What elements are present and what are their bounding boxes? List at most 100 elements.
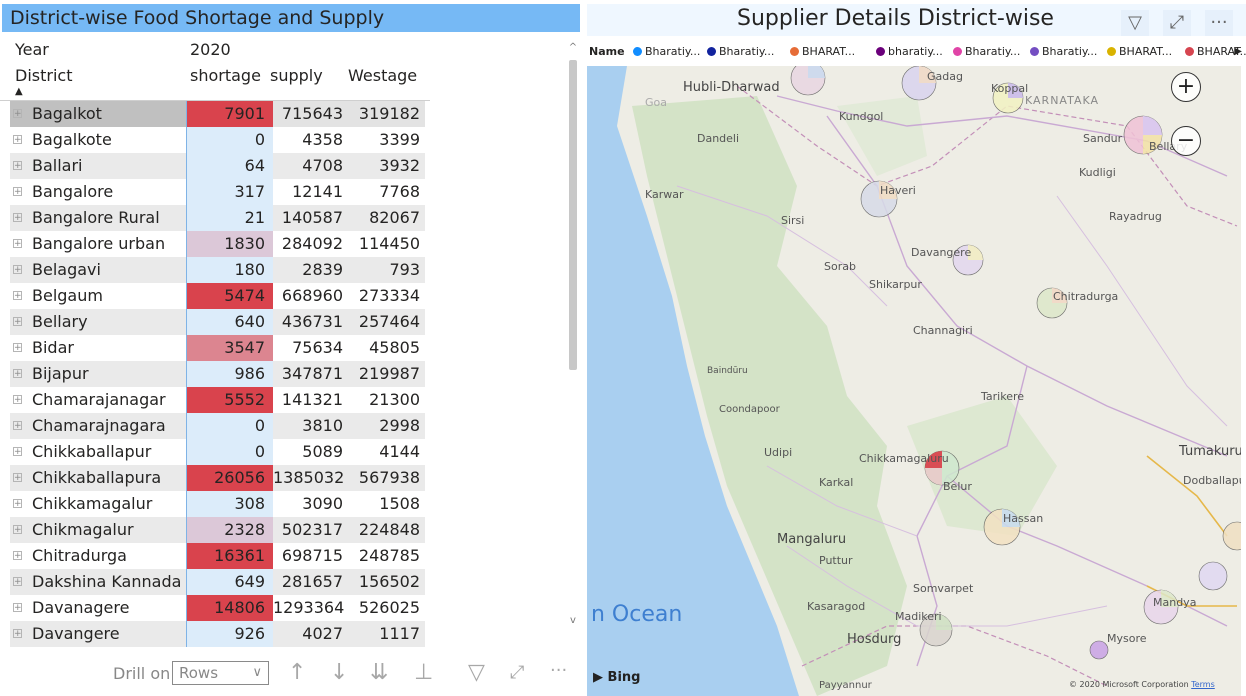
map-place-label: Sirsi: [781, 214, 805, 227]
district-column-header[interactable]: District: [15, 66, 72, 85]
expand-row-icon[interactable]: +: [13, 265, 22, 275]
legend-label: bharatiy...: [888, 45, 943, 58]
go-to-next-level-icon[interactable]: ⇊: [370, 660, 388, 685]
map-place-label: Madikeri: [895, 610, 942, 623]
expand-row-icon[interactable]: +: [13, 343, 22, 353]
expand-row-icon[interactable]: +: [13, 369, 22, 379]
legend-item[interactable]: Bharatiy...: [633, 40, 700, 64]
table-row[interactable]: + Bangalore urban 1830 284092 114450: [10, 231, 425, 257]
table-row[interactable]: + Bangalore Rural 21 140587 82067: [10, 205, 425, 231]
focus-mode-icon[interactable]: ⤢: [510, 662, 524, 683]
drill-down-icon[interactable]: ↓: [330, 660, 348, 685]
scroll-up-icon[interactable]: ^: [566, 42, 580, 53]
table-row[interactable]: + Belgaum 5474 668960 273334: [10, 283, 425, 309]
westage-column-header[interactable]: Westage: [348, 66, 417, 85]
expand-row-icon[interactable]: +: [13, 395, 22, 405]
legend-item[interactable]: Bharatiy...: [1030, 40, 1097, 64]
table-row[interactable]: + Chikkamagalur 308 3090 1508: [10, 491, 425, 517]
expand-row-icon[interactable]: +: [13, 525, 22, 535]
more-options-icon[interactable]: ···: [550, 660, 567, 681]
shortage-cell: 14806: [186, 595, 273, 621]
more-options-icon[interactable]: ···: [1205, 10, 1233, 36]
map-place-label: Mangaluru: [777, 532, 847, 547]
legend-item[interactable]: BHARAT...: [790, 40, 855, 64]
table-scrollbar[interactable]: ^ v: [566, 40, 580, 630]
supply-column-header[interactable]: supply: [270, 66, 323, 85]
table-row[interactable]: + Bellary 640 436731 257464: [10, 309, 425, 335]
expand-row-icon[interactable]: +: [13, 551, 22, 561]
legend-label: Bharatiy...: [645, 45, 701, 58]
map-place-label: Koppal: [991, 82, 1029, 95]
expand-row-icon[interactable]: +: [13, 213, 22, 223]
drill-up-icon[interactable]: ↑: [288, 660, 306, 685]
drill-on-select[interactable]: Rows ∨: [172, 661, 269, 685]
terms-link[interactable]: Terms: [1191, 680, 1215, 689]
table-row[interactable]: + Chamarajnagara 0 3810 2998: [10, 413, 425, 439]
expand-row-icon[interactable]: +: [13, 577, 22, 587]
shortage-column-header[interactable]: shortage: [190, 66, 261, 85]
legend-item[interactable]: bharatiy...: [876, 40, 943, 64]
map-place-label: Kundgol: [839, 110, 884, 123]
expand-row-icon[interactable]: +: [13, 317, 22, 327]
table-row[interactable]: + Chitradurga 16361 698715 248785: [10, 543, 425, 569]
expand-row-icon[interactable]: +: [13, 473, 22, 483]
table-row[interactable]: + Belagavi 180 2839 793: [10, 257, 425, 283]
expand-row-icon[interactable]: +: [13, 239, 22, 249]
expand-row-icon[interactable]: +: [13, 187, 22, 197]
expand-next-level-icon[interactable]: ⊥: [414, 660, 433, 685]
map-place-label: Mysore: [1107, 632, 1147, 645]
table-row[interactable]: + Bagalkote 0 4358 3399: [10, 127, 425, 153]
map-place-label: Kudligi: [1079, 166, 1116, 179]
expand-row-icon[interactable]: +: [13, 603, 22, 613]
map-place-label: Coondapoor: [719, 404, 780, 415]
legend-item[interactable]: BHARAT...: [1107, 40, 1172, 64]
table-row[interactable]: + Bidar 3547 75634 45805: [10, 335, 425, 361]
expand-row-icon[interactable]: +: [13, 291, 22, 301]
westage-cell: 7768: [379, 182, 420, 201]
map-canvas[interactable]: Hubli-Dharwad Gadag Koppal KARNATAKA Kun…: [587, 66, 1241, 696]
district-cell: Davangere: [32, 624, 120, 643]
table-row[interactable]: + Davangere 926 4027 1117: [10, 621, 425, 647]
table-row[interactable]: + Chikmagalur 2328 502317 224848: [10, 517, 425, 543]
westage-cell: 567938: [358, 468, 420, 487]
map-place-label: Goa: [645, 96, 667, 109]
expand-row-icon[interactable]: +: [13, 109, 22, 119]
expand-row-icon[interactable]: +: [13, 447, 22, 457]
scroll-thumb[interactable]: [569, 60, 577, 370]
shortage-cell: 3547: [186, 335, 273, 361]
table-row[interactable]: + Chikkaballapur 0 5089 4144: [10, 439, 425, 465]
expand-row-icon[interactable]: +: [13, 629, 22, 639]
table-row[interactable]: + Chikkaballapura 26056 1385032 567938: [10, 465, 425, 491]
table-row[interactable]: + Chamarajanagar 5552 141321 21300: [10, 387, 425, 413]
filter-icon[interactable]: ▽: [1121, 10, 1149, 36]
supply-cell: 5089: [302, 442, 343, 461]
zoom-out-button[interactable]: −: [1171, 126, 1201, 156]
expand-row-icon[interactable]: +: [13, 161, 22, 171]
zoom-in-button[interactable]: +: [1171, 72, 1201, 102]
map-place-label: Sandur: [1083, 132, 1123, 145]
shortage-cell: 640: [186, 309, 273, 335]
expand-row-icon[interactable]: +: [13, 135, 22, 145]
shortage-cell: 0: [186, 439, 273, 465]
westage-cell: 248785: [358, 546, 420, 565]
legend-next-icon[interactable]: ▶: [1234, 40, 1242, 64]
map-place-label: Dandeli: [697, 132, 740, 145]
map-place-label: Tumakuru: [1179, 444, 1241, 459]
table-row[interactable]: + Bangalore 317 12141 7768: [10, 179, 425, 205]
expand-row-icon[interactable]: +: [13, 421, 22, 431]
table-row[interactable]: + Dakshina Kannada 649 281657 156502: [10, 569, 425, 595]
table-row[interactable]: + Davanagere 14806 1293364 526025: [10, 595, 425, 621]
table-row[interactable]: + Ballari 64 4708 3932: [10, 153, 425, 179]
filter-icon[interactable]: ▽: [468, 660, 485, 685]
district-cell: Chikkamagalur: [32, 494, 153, 513]
legend-item[interactable]: Bharatiy...: [953, 40, 1020, 64]
legend-label: Bharatiy...: [719, 45, 775, 58]
table-row[interactable]: + Bagalkot 7901 715643 319182: [10, 101, 425, 127]
expand-row-icon[interactable]: +: [13, 499, 22, 509]
focus-mode-icon[interactable]: ⤢: [1163, 10, 1191, 36]
supply-cell: 698715: [281, 546, 343, 565]
legend-item[interactable]: Bharatiy...: [707, 40, 774, 64]
westage-cell: 793: [389, 260, 420, 279]
scroll-down-icon[interactable]: v: [566, 615, 580, 626]
table-row[interactable]: + Bijapur 986 347871 219987: [10, 361, 425, 387]
